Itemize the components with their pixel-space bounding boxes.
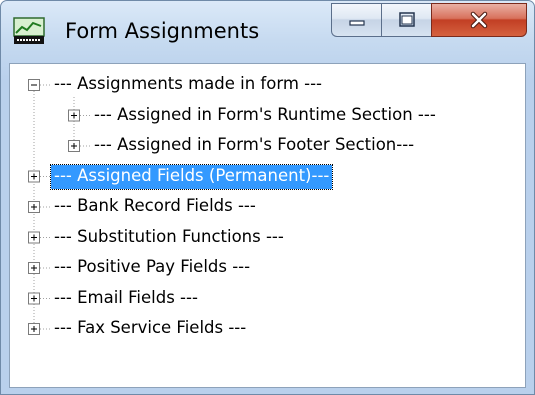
minimize-icon — [348, 20, 365, 26]
client-area: --- Assignments made in form --- --- Assi… — [9, 63, 526, 388]
form-grid-icon — [13, 17, 45, 44]
expand-plus-icon[interactable] — [28, 292, 40, 305]
close-button[interactable] — [431, 3, 527, 37]
tree-node-label[interactable]: --- Positive Pay Fields --- — [51, 256, 253, 280]
expand-plus-icon[interactable] — [68, 109, 80, 122]
tree-node-label[interactable]: --- Fax Service Fields --- — [51, 317, 249, 341]
title-bar[interactable]: Form Assignments — [1, 1, 534, 63]
tree-node-label[interactable]: --- Assignments made in form --- — [51, 73, 325, 97]
assignments-tree[interactable]: --- Assignments made in form --- --- Assi… — [10, 64, 525, 387]
tree-node-label[interactable]: --- Assigned in Form's Footer Section--- — [91, 134, 417, 158]
tree-node-label[interactable]: --- Assigned in Form's Runtime Section -… — [91, 104, 439, 128]
close-icon — [470, 11, 488, 29]
expand-plus-icon[interactable] — [28, 170, 40, 183]
expand-plus-icon[interactable] — [28, 262, 40, 274]
tree-node-label[interactable]: --- Substitution Functions --- — [51, 226, 287, 250]
maximize-icon — [398, 12, 415, 27]
expand-plus-icon[interactable] — [28, 323, 40, 335]
minimize-button[interactable] — [331, 3, 381, 37]
form-assignments-window: Form Assignments --- Assignments made in… — [0, 0, 535, 395]
collapse-minus-icon[interactable] — [28, 79, 40, 91]
maximize-button[interactable] — [381, 3, 431, 37]
tree-node-label[interactable]: --- Bank Record Fields --- — [51, 195, 259, 219]
tree-node-label[interactable]: --- Email Fields --- — [51, 287, 201, 311]
expand-plus-icon[interactable] — [68, 140, 80, 152]
window-title: Form Assignments — [65, 19, 260, 43]
tree-node-label-selected[interactable]: --- Assigned Fields (Permanent)--- — [49, 163, 334, 190]
caption-buttons — [331, 3, 527, 37]
expand-plus-icon[interactable] — [28, 231, 40, 244]
expand-plus-icon[interactable] — [28, 201, 40, 213]
